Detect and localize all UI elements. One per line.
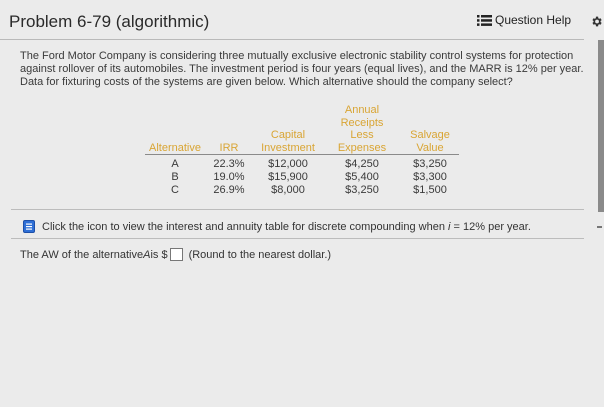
cell-salvage: $3,300 bbox=[413, 171, 447, 183]
header-capital-line-2: Investment bbox=[261, 141, 315, 154]
note-text: Click the icon to view the interest and … bbox=[42, 221, 531, 233]
header-annual-line-1: Annual bbox=[344, 104, 380, 116]
scroll-marker bbox=[597, 226, 602, 228]
list-icon bbox=[477, 14, 492, 26]
cell-annual: $5,400 bbox=[345, 171, 379, 183]
cell-capital: $8,000 bbox=[271, 184, 305, 196]
gear-icon[interactable] bbox=[590, 15, 603, 33]
cell-irr: 22.3% bbox=[213, 158, 245, 170]
table-row: C 26.9% $8,000 $3,250 $1,500 bbox=[145, 184, 459, 197]
answer-hint: (Round to the nearest dollar.) bbox=[188, 248, 332, 261]
alternatives-table: Alternative IRR Capital Investment Annua… bbox=[145, 104, 459, 197]
answer-line: The AW of the alternative A is $ (Round … bbox=[20, 248, 331, 261]
question-help-label: Question Help bbox=[495, 13, 572, 27]
cell-alt: C bbox=[171, 184, 179, 196]
question-help-button[interactable]: Question Help bbox=[477, 13, 571, 27]
cell-irr: 26.9% bbox=[213, 184, 245, 196]
section-divider bbox=[11, 238, 584, 239]
section-divider bbox=[11, 209, 584, 210]
table-link-note: Click the icon to view the interest and … bbox=[23, 220, 531, 233]
header-irr: IRR bbox=[205, 104, 253, 155]
cell-annual: $3,250 bbox=[345, 184, 379, 196]
cell-alt: A bbox=[171, 158, 179, 170]
answer-mid: is $ bbox=[150, 248, 168, 261]
answer-alternative: A bbox=[143, 248, 151, 261]
cell-capital: $15,900 bbox=[268, 171, 308, 183]
cell-annual: $4,250 bbox=[345, 158, 379, 170]
header-annual-line-4: Expenses bbox=[337, 141, 387, 154]
table-header-row: Alternative IRR Capital Investment Annua… bbox=[145, 104, 459, 155]
header-capital-investment: Capital Investment bbox=[253, 104, 323, 155]
cell-capital: $12,000 bbox=[268, 158, 308, 170]
header-salvage-line-1: Salvage bbox=[410, 129, 450, 141]
header-salvage-line-2: Value bbox=[416, 141, 444, 154]
page-title: Problem 6-79 (algorithmic) bbox=[9, 12, 210, 31]
answer-prefix: The AW of the alternative bbox=[20, 248, 144, 261]
header-salvage-value: Salvage Value bbox=[401, 104, 459, 155]
header-annual-receipts: Annual Receipts Less Expenses bbox=[323, 104, 401, 155]
header-annual-line-3: Less bbox=[350, 129, 374, 141]
table-row: A 22.3% $12,000 $4,250 $3,250 bbox=[145, 155, 459, 172]
problem-text: The Ford Motor Company is considering th… bbox=[20, 50, 584, 88]
note-after: = 12% per year. bbox=[450, 220, 531, 233]
note-before: Click the icon to view the interest and … bbox=[42, 220, 449, 233]
vertical-scrollbar[interactable] bbox=[598, 40, 604, 212]
table-row: B 19.0% $15,900 $5,400 $3,300 bbox=[145, 171, 459, 184]
header-alternative: Alternative bbox=[145, 104, 205, 155]
header-annual-line-2: Receipts bbox=[340, 116, 384, 129]
cell-salvage: $1,500 bbox=[413, 184, 447, 196]
problem-header: Problem 6-79 (algorithmic) Question Help bbox=[0, 8, 584, 40]
cell-irr: 19.0% bbox=[213, 171, 245, 183]
header-capital-line-1: Capital bbox=[270, 129, 306, 141]
cell-alt: B bbox=[171, 171, 179, 183]
document-icon[interactable] bbox=[23, 220, 35, 233]
cell-salvage: $3,250 bbox=[413, 158, 447, 170]
aw-answer-input[interactable] bbox=[169, 248, 183, 261]
